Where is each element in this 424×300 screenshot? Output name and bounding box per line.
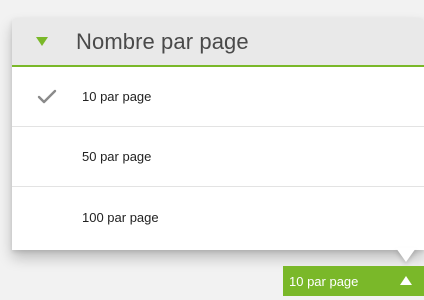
trigger-label: 10 par page bbox=[289, 273, 359, 289]
per-page-dropdown: Nombre par page 10 par page 50 par page … bbox=[12, 18, 424, 250]
checkmark-icon bbox=[36, 88, 58, 106]
option-50-per-page[interactable]: 50 par page bbox=[12, 127, 424, 187]
caret-up-icon bbox=[400, 276, 412, 285]
option-label: 100 par page bbox=[82, 209, 159, 225]
dropdown-pointer bbox=[396, 248, 416, 262]
caret-down-icon bbox=[36, 37, 48, 46]
option-10-per-page[interactable]: 10 par page bbox=[12, 67, 424, 127]
per-page-trigger-button[interactable]: 10 par page bbox=[283, 266, 424, 296]
dropdown-title: Nombre par page bbox=[76, 28, 249, 54]
dropdown-header[interactable]: Nombre par page bbox=[12, 18, 424, 67]
option-label: 10 par page bbox=[82, 89, 152, 104]
option-label: 50 par page bbox=[82, 149, 152, 164]
option-100-per-page[interactable]: 100 par page bbox=[12, 187, 424, 247]
